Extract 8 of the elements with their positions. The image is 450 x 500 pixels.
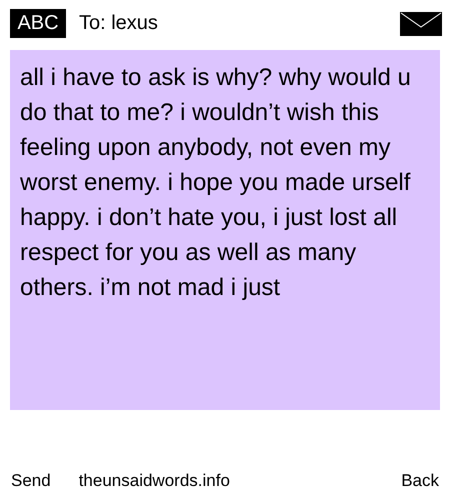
envelope-icon xyxy=(400,12,442,36)
message-field[interactable] xyxy=(10,50,440,410)
site-label: theunsaidwords.info xyxy=(78,470,230,492)
recipient-label: To: lexus xyxy=(79,11,158,36)
back-softkey[interactable]: Back xyxy=(401,468,439,494)
input-mode-badge: ABC xyxy=(10,9,66,38)
message-text: all i have to ask is why? why would u do that to me? i wouldn’t wish this feeling upon anybody, not even my worst enemy. i hope you made urself happy. i don’t hate you, i just lost all respect for you as well as many others. i’m not mad i just xyxy=(20,63,412,303)
send-softkey[interactable]: Send xyxy=(11,468,51,494)
